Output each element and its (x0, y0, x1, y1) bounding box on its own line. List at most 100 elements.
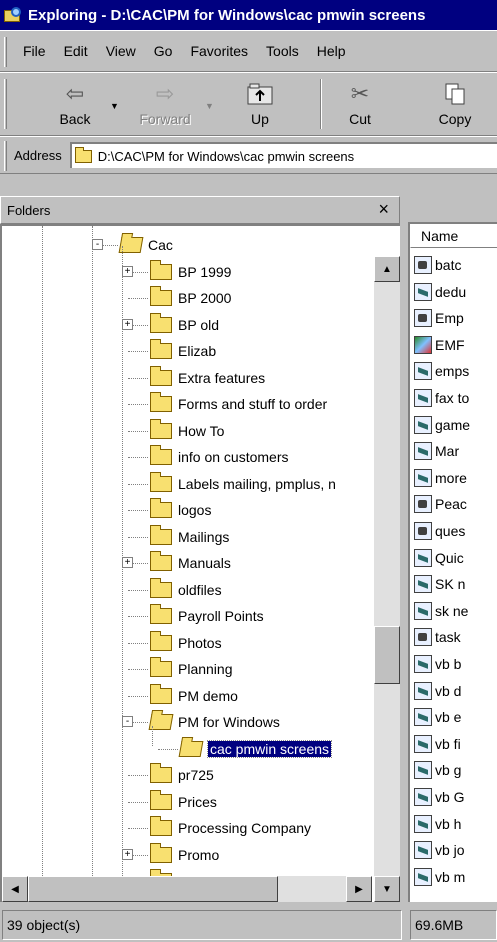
file-list[interactable]: Name batc dedu Emp EMF emps fax to game Mar more… (408, 222, 497, 902)
menu-grip[interactable] (4, 37, 7, 67)
tree-connector (158, 748, 178, 750)
tree-item[interactable]: BP 1999 (150, 259, 231, 285)
scroll-up-icon[interactable]: ▲ (374, 256, 400, 282)
file-item[interactable]: sk ne (414, 598, 468, 624)
tree-item-label: PM for Windows (178, 714, 280, 730)
tree-item[interactable]: Elizab (150, 338, 216, 364)
cut-button[interactable]: ✂ Cut (325, 81, 395, 127)
tree-item[interactable]: Promo (150, 842, 219, 868)
tree-item[interactable]: Manuals (150, 550, 231, 576)
expand-icon[interactable]: + (122, 265, 133, 277)
vertical-scrollbar[interactable]: ▲ ▼ (374, 256, 400, 902)
file-item[interactable]: vb G (414, 784, 465, 810)
horizontal-scrollbar[interactable]: ◀ ▶ (2, 876, 372, 902)
tree-item[interactable]: info on customers (150, 444, 289, 470)
forward-button[interactable]: ⇨ Forward (130, 81, 200, 127)
object-count: 39 object(s) (2, 910, 402, 940)
up-button[interactable]: Up (225, 81, 295, 127)
tree-item[interactable]: Labels mailing, pmplus, n (150, 471, 336, 497)
address-input[interactable]: D:\CAC\PM for Windows\cac pmwin screens (69, 142, 497, 168)
file-item[interactable]: vb m (414, 864, 465, 890)
tree-item[interactable]: pr725 (150, 762, 214, 788)
file-item[interactable]: Mar (414, 438, 459, 464)
tree-item[interactable]: PM demo (150, 683, 238, 709)
tree-item[interactable]: How To (150, 418, 224, 444)
scroll-left-icon[interactable]: ◀ (2, 876, 28, 902)
file-item[interactable]: Emp (414, 305, 464, 331)
menu-favorites[interactable]: Favorites (181, 43, 257, 59)
file-item[interactable]: vb jo (414, 837, 465, 863)
menu-view[interactable]: View (97, 43, 145, 59)
tree-item[interactable]: Forms and stuff to order (150, 391, 327, 417)
address-grip[interactable] (4, 141, 7, 171)
title-bar[interactable]: Exploring - D:\CAC\PM for Windows\cac pm… (0, 0, 497, 30)
tree-item[interactable]: cac pmwin screens (178, 736, 333, 762)
tree-item-label: Cac (148, 237, 173, 253)
close-icon[interactable]: × (378, 199, 389, 220)
menu-file[interactable]: File (14, 43, 55, 59)
expand-icon[interactable]: + (122, 557, 133, 568)
file-item[interactable]: game (414, 412, 470, 438)
tree-item[interactable]: Planning (150, 656, 233, 682)
folder-tree[interactable]: Cac - BP 1999 + BP 2000 BP old + Elizab Extra fe… (0, 224, 400, 902)
menu-tools[interactable]: Tools (257, 43, 308, 59)
tree-item[interactable]: logos (150, 497, 211, 523)
tree-item[interactable]: Payroll Points (150, 603, 264, 629)
tree-item-label: How To (178, 422, 225, 439)
doc-file-icon (414, 522, 432, 540)
file-item[interactable]: SK n (414, 571, 465, 597)
menu-go[interactable]: Go (145, 43, 182, 59)
tree-item[interactable]: BP old (150, 312, 219, 338)
toolbar-grip[interactable] (4, 79, 7, 129)
file-item[interactable]: task (414, 624, 461, 650)
hscroll-thumb[interactable] (28, 876, 278, 902)
forward-dropdown-icon[interactable]: ▼ (205, 101, 214, 111)
copy-button[interactable]: Copy (420, 81, 490, 127)
file-item[interactable]: Quic (414, 545, 464, 571)
tree-item-label: pr725 (178, 767, 214, 783)
cut-label: Cut (349, 111, 371, 127)
collapse-icon[interactable]: - (122, 716, 133, 727)
menu-help[interactable]: Help (308, 43, 355, 59)
file-item[interactable]: vb fi (414, 731, 461, 757)
tree-item[interactable]: Extra features (150, 365, 265, 391)
file-item[interactable]: vb g (414, 757, 461, 783)
file-item[interactable]: dedu (414, 279, 466, 305)
file-item[interactable]: vb e (414, 704, 461, 730)
collapse-icon[interactable]: - (92, 239, 103, 250)
file-item[interactable]: vb h (414, 811, 461, 837)
tree-item[interactable]: BP 2000 (150, 285, 231, 311)
tree-item[interactable]: PM for Windows (148, 709, 280, 735)
open-folder-icon (178, 740, 204, 757)
tree-item[interactable]: Prices (150, 789, 217, 815)
scroll-right-icon[interactable]: ▶ (346, 876, 372, 902)
tree-item-label: Photos (178, 634, 222, 651)
file-item[interactable]: batc (414, 252, 461, 278)
tree-item-label: Processing Company (178, 820, 312, 836)
file-item[interactable]: more (414, 465, 467, 491)
address-label: Address (14, 147, 62, 163)
tree-item[interactable]: Cac (118, 232, 173, 258)
expand-icon[interactable]: + (122, 848, 133, 860)
file-item[interactable]: emps (414, 358, 469, 384)
scroll-thumb[interactable] (374, 626, 400, 684)
scroll-down-icon[interactable]: ▼ (374, 876, 400, 902)
folder-icon (150, 471, 172, 492)
back-dropdown-icon[interactable]: ▼ (110, 101, 119, 111)
file-item[interactable]: vb b (414, 651, 461, 677)
file-item[interactable]: EMF (414, 332, 465, 358)
file-name: vb G (435, 789, 465, 805)
file-item[interactable]: ques (414, 518, 465, 544)
name-column-header[interactable]: Name (410, 224, 497, 248)
menu-edit[interactable]: Edit (55, 43, 97, 59)
expand-icon[interactable]: + (122, 318, 133, 330)
file-item[interactable]: vb d (414, 678, 461, 704)
tree-connector (128, 669, 148, 670)
file-item[interactable]: fax to (414, 385, 469, 411)
tree-item[interactable]: Photos (150, 630, 222, 656)
tree-item[interactable]: oldfiles (150, 577, 222, 603)
tree-item[interactable]: Processing Company (150, 815, 311, 841)
file-item[interactable]: Peac (414, 491, 467, 517)
tree-item[interactable]: Mailings (150, 524, 229, 550)
back-button[interactable]: ⇦ Back (40, 81, 110, 127)
